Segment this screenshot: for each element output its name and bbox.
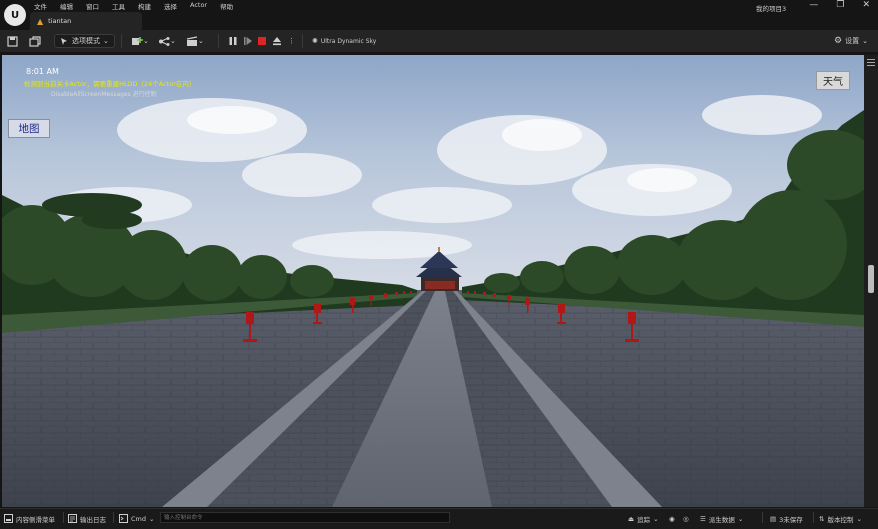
statusbar-divider: [813, 512, 814, 523]
maximize-icon[interactable]: ❐: [836, 0, 844, 10]
blueprint-icon: [159, 36, 170, 46]
weather-button[interactable]: 天气: [816, 71, 850, 90]
statusbar-divider: [113, 512, 114, 523]
source-control-icon: ⇅: [819, 514, 825, 523]
cmd-selector[interactable]: Cmd ⌄: [119, 512, 154, 525]
trace-icon: ⏏: [628, 514, 635, 523]
mode-label: 选项模式: [72, 37, 100, 45]
select-mode-icon: [61, 37, 67, 45]
stop-icon: [258, 37, 266, 45]
sun-icon: ✺: [312, 37, 318, 45]
play-options-button[interactable]: ⋮: [288, 34, 295, 48]
minimize-icon[interactable]: —: [809, 0, 818, 10]
pause-icon: [229, 37, 237, 45]
sky-selector[interactable]: ✺ Ultra Dynamic Sky: [312, 34, 376, 48]
unsaved-label: 3未保存: [779, 515, 803, 524]
menu-window[interactable]: 窗口: [86, 1, 99, 11]
blueprints-button[interactable]: ⌄: [158, 34, 176, 48]
derived-data-icon: ☰: [700, 514, 706, 523]
unsaved-button[interactable]: ▤ 3未保存: [770, 512, 803, 525]
chevron-down-icon: ⌄: [170, 37, 176, 45]
chevron-down-icon: ⌄: [149, 514, 155, 523]
derived-data-button[interactable]: ☰ 派生数据 ⌄: [700, 512, 743, 525]
more-vertical-icon: ⋮: [288, 37, 295, 45]
cmd-label: Cmd: [131, 514, 146, 523]
stop-button[interactable]: [258, 34, 266, 48]
toolbar-divider: [218, 34, 219, 48]
menu-bar: 文件 编辑 窗口 工具 构建 选择 Actor 帮助: [34, 1, 233, 11]
viewport-scrollbar[interactable]: [864, 55, 878, 507]
chevron-down-icon: ⌄: [737, 514, 744, 523]
statusbar-divider: [63, 512, 64, 523]
scrollbar-thumb[interactable]: [868, 265, 874, 293]
settings-button[interactable]: ⚙ 设置 ⌄: [834, 34, 868, 48]
output-log-label: 输出日志: [80, 515, 106, 524]
chevron-down-icon: ⌄: [103, 37, 109, 45]
toolbar-divider: [121, 34, 122, 48]
step-button[interactable]: [243, 34, 253, 48]
content-drawer-icon: [4, 514, 13, 523]
menu-help[interactable]: 帮助: [220, 1, 233, 11]
title-bar: U 文件 编辑 窗口 工具 构建 选择 Actor 帮助 ▲ tiantan 我…: [0, 0, 878, 30]
time-of-day: 8:01 AM: [26, 67, 59, 76]
cinematics-icon: [186, 35, 198, 46]
content-drawer-label: 内容侧滑菜单: [16, 515, 55, 524]
console-icon: [119, 514, 128, 523]
scene-render: [2, 55, 864, 507]
record-button[interactable]: ◉: [669, 512, 675, 525]
trace-button[interactable]: ⏏ 追踪 ⌄: [628, 512, 659, 525]
record-icon: ◉: [669, 514, 675, 523]
trace-label: 追踪: [637, 515, 651, 524]
hlod-warning-message: 检测到当前关卡Actor，需要重建HLOD（24个Actor在内）: [24, 80, 196, 88]
source-control-button[interactable]: ⇅ 版本控制 ⌄: [819, 512, 862, 525]
level-viewport[interactable]: 8:01 AM 检测到当前关卡Actor，需要重建HLOD（24个Actor在内…: [2, 55, 864, 507]
menu-build[interactable]: 构建: [138, 1, 151, 11]
level-tab-label: tiantan: [48, 17, 72, 25]
add-actor-icon: [132, 36, 143, 45]
derived-data-label: 派生数据: [708, 515, 735, 524]
live-coding-button[interactable]: ◎: [683, 512, 689, 525]
menu-actor[interactable]: Actor: [190, 1, 207, 11]
level-tab[interactable]: ▲ tiantan: [30, 12, 142, 30]
content-drawer-button[interactable]: 内容侧滑菜单: [4, 512, 55, 525]
chevron-down-icon: ⌄: [856, 514, 862, 523]
menu-file[interactable]: 文件: [34, 1, 47, 11]
eject-button[interactable]: [272, 34, 282, 48]
statusbar-divider: [762, 512, 763, 523]
settings-label: 设置: [845, 37, 860, 45]
map-button[interactable]: 地图: [8, 119, 50, 138]
close-icon[interactable]: ✕: [862, 0, 870, 10]
save-icon[interactable]: [7, 34, 18, 48]
menu-edit[interactable]: 编辑: [60, 1, 73, 11]
cinematics-button[interactable]: ⌄: [186, 34, 204, 48]
window-controls: — ❐ ✕: [809, 0, 870, 10]
menu-select[interactable]: 选择: [164, 1, 177, 11]
chevron-down-icon: ⌄: [198, 37, 204, 45]
gear-icon: ⚙: [834, 36, 843, 46]
unreal-logo[interactable]: U: [4, 4, 26, 26]
project-name: 我的项目3: [756, 5, 787, 13]
output-log-icon: [68, 514, 77, 523]
level-icon: ▲: [37, 16, 44, 26]
eject-icon: [273, 37, 281, 46]
output-log-button[interactable]: 输出日志: [68, 512, 106, 525]
chevron-down-icon: ⌄: [653, 514, 659, 523]
menu-tools[interactable]: 工具: [112, 1, 125, 11]
toolbar-divider: [302, 34, 303, 48]
screen-message-hint: DisableAllScreenMessages 进行控制: [51, 91, 157, 98]
mode-selector[interactable]: 选项模式 ⌄: [54, 34, 115, 48]
source-control-label: 版本控制: [827, 515, 854, 524]
add-actor-button[interactable]: ⌄: [131, 34, 149, 48]
chevron-down-icon: ⌄: [143, 37, 149, 45]
chevron-down-icon: ⌄: [862, 37, 868, 45]
sky-label: Ultra Dynamic Sky: [320, 37, 377, 45]
step-icon: [244, 37, 252, 45]
console-command-input[interactable]: [160, 512, 450, 523]
unsaved-icon: ▤: [770, 514, 777, 523]
live-coding-icon: ◎: [683, 514, 689, 523]
menu-handle-icon[interactable]: [867, 59, 875, 60]
pause-button[interactable]: [228, 34, 238, 48]
browse-icon[interactable]: [29, 34, 41, 48]
